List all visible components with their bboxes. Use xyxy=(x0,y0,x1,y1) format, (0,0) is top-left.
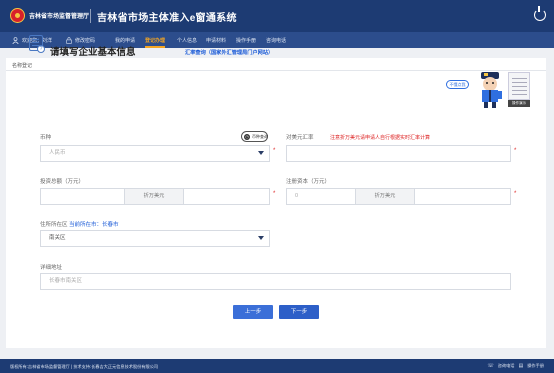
info-icon: ◷ xyxy=(244,133,250,140)
power-icon[interactable] xyxy=(534,6,546,21)
breadcrumb: 名称登记 xyxy=(12,63,33,69)
current-city-text: 当前所在市：长春市 xyxy=(69,222,119,228)
nav-hotline[interactable]: 咨询电话 xyxy=(266,37,286,44)
demo-thumbnail[interactable] xyxy=(508,72,530,100)
user-icon xyxy=(12,37,19,44)
demo-thumbnail-label: 操作演示 xyxy=(508,100,530,107)
required-mark: * xyxy=(273,191,276,197)
emblem-logo xyxy=(10,8,25,23)
nav-active-indicator xyxy=(145,46,165,48)
chevron-down-icon xyxy=(258,151,264,155)
footer-copyright: 版权所有:吉林省市场监督管理厅 | 技术支持:长春吉大正元信息技术股份有限公司 xyxy=(10,364,159,369)
currency-select[interactable]: 人民币 xyxy=(40,145,270,162)
usd-rate-label: 对美元汇率 xyxy=(286,135,314,141)
app-footer: 版权所有:吉林省市场监督管理厅 | 技术支持:长春吉大正元信息技术股份有限公司 … xyxy=(0,359,554,373)
app-header: 吉林省市场监督管理厅 吉林省市场主体准入e窗通系统 xyxy=(0,0,554,32)
district-label-text: 住所所在区 xyxy=(40,222,68,228)
system-title: 吉林省市场主体准入e窗通系统 xyxy=(97,13,237,24)
address-field[interactable]: 长春市南关区 xyxy=(40,273,511,290)
nav-personal-info[interactable]: 个人信息 xyxy=(177,37,197,44)
chevron-down-icon xyxy=(258,236,264,240)
panel-divider xyxy=(6,70,546,71)
nav-my-applications[interactable]: 我的申请 xyxy=(115,37,135,44)
registered-capital-usd-field[interactable] xyxy=(414,188,511,205)
usd-unit-label: 折万美元 xyxy=(355,188,415,205)
footer-manual[interactable]: 操作手册 xyxy=(527,363,544,369)
exchange-rate-link[interactable]: 汇率查询（国家外汇管理局门户网站） xyxy=(185,49,273,56)
currency-label: 币种 xyxy=(40,135,52,141)
registered-capital-field[interactable]: 0 xyxy=(286,188,356,205)
nav-registration[interactable]: 登记办理 xyxy=(145,37,165,44)
prev-button[interactable]: 上一步 xyxy=(233,305,273,319)
required-mark: * xyxy=(514,191,517,197)
question-icon: ? xyxy=(37,45,45,53)
footer-links: ☏ 咨询电话 ▤ 操作手册 xyxy=(487,363,544,369)
org-name: 吉林省市场监督管理厅 xyxy=(29,14,90,20)
book-icon: ▤ xyxy=(518,363,524,369)
total-investment-usd-field[interactable] xyxy=(183,188,270,205)
change-password-link[interactable]: 修改密码 xyxy=(66,37,95,44)
usd-unit-label: 折万美元 xyxy=(124,188,184,205)
usd-rate-field[interactable] xyxy=(286,145,511,162)
total-investment-field[interactable] xyxy=(40,188,125,205)
help-bubble[interactable]: 不懂点我 xyxy=(446,80,469,89)
district-label: 住所所在区 当前所在市：长春市 xyxy=(40,220,119,228)
form-title: 请填写企业基本信息 xyxy=(50,47,136,58)
header-divider xyxy=(90,9,91,23)
nav-materials[interactable]: 申请材料 xyxy=(206,37,226,44)
required-mark: * xyxy=(514,148,517,154)
required-mark: * xyxy=(273,148,276,154)
change-password-label: 修改密码 xyxy=(75,38,96,44)
currency-lookup-label: 币种查询 xyxy=(252,134,268,139)
police-mascot-icon[interactable] xyxy=(475,70,505,110)
phone-icon: ☏ xyxy=(487,363,494,369)
district-select[interactable]: 南关区 xyxy=(40,230,270,247)
next-button[interactable]: 下一步 xyxy=(279,305,319,319)
address-label: 详细地址 xyxy=(40,265,63,271)
nav-manual[interactable]: 操作手册 xyxy=(236,37,256,44)
usd-rate-warning: 注意折万美元请申请人自行根据实时汇率计算 xyxy=(330,135,431,141)
currency-lookup-button[interactable]: ◷ 币种查询 xyxy=(241,131,268,142)
lock-icon xyxy=(66,37,72,44)
footer-hotline[interactable]: 咨询电话 xyxy=(498,363,515,369)
total-investment-label: 投资总额（万元） xyxy=(40,179,85,185)
registered-capital-label: 注册资本（万元） xyxy=(286,179,331,185)
